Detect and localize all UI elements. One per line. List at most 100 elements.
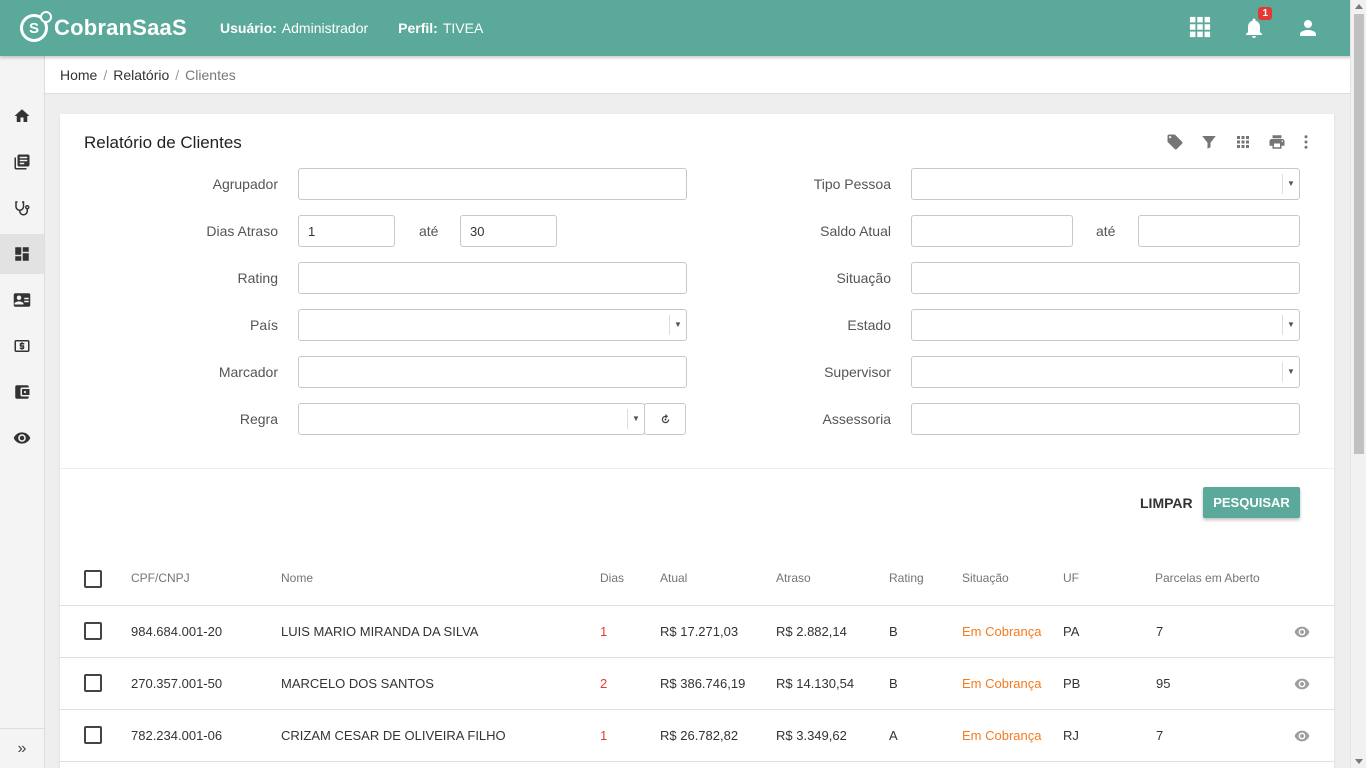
top-app-bar: S CobranSaaS Usuário: Administrador Perfi… bbox=[0, 0, 1366, 56]
dias-atraso-to-input[interactable] bbox=[460, 215, 557, 247]
row-checkbox[interactable] bbox=[84, 622, 102, 640]
money-icon bbox=[14, 340, 30, 352]
user-info-profile: Perfil: TIVEA bbox=[398, 20, 483, 36]
select-all-checkbox[interactable] bbox=[84, 570, 102, 588]
agrupador-input[interactable] bbox=[298, 168, 687, 200]
sidebar: » bbox=[0, 56, 45, 768]
dias-atraso-from-input[interactable] bbox=[298, 215, 395, 247]
view-row-eye-icon[interactable] bbox=[1294, 626, 1310, 638]
logo-icon: S bbox=[20, 11, 52, 42]
agrupador-label: Agrupador bbox=[212, 176, 278, 192]
cell-atual: R$ 17.271,03 bbox=[660, 624, 739, 639]
cell-uf: PA bbox=[1063, 624, 1080, 639]
clear-button[interactable]: LIMPAR bbox=[1130, 488, 1203, 518]
estado-select[interactable]: ▼ bbox=[911, 309, 1300, 341]
sidebar-item-stethoscope[interactable] bbox=[0, 188, 44, 228]
regra-label: Regra bbox=[239, 411, 278, 427]
notification-badge: 1 bbox=[1258, 7, 1272, 20]
dropdown-arrow-icon: ▼ bbox=[669, 315, 686, 335]
column-header-uf[interactable]: UF bbox=[1063, 571, 1079, 585]
view-row-eye-icon[interactable] bbox=[1294, 678, 1310, 690]
supervisor-label: Supervisor bbox=[824, 364, 891, 380]
supervisor-select[interactable]: ▼ bbox=[911, 356, 1300, 388]
rating-input[interactable] bbox=[298, 262, 687, 294]
column-header-atual[interactable]: Atual bbox=[660, 571, 687, 585]
cell-dias: 2 bbox=[600, 676, 608, 691]
report-card: Relatório de Clientes Agrupador Dias Atr… bbox=[60, 114, 1334, 768]
scroll-up-arrow-icon[interactable] bbox=[1355, 4, 1363, 9]
cell-rating: B bbox=[889, 624, 898, 639]
assessoria-input[interactable] bbox=[911, 403, 1300, 435]
cell-atraso: R$ 2.882,14 bbox=[776, 624, 847, 639]
estado-label: Estado bbox=[847, 317, 891, 333]
page-scrollbar[interactable] bbox=[1350, 0, 1366, 768]
cell-atraso: R$ 3.349,62 bbox=[776, 728, 847, 743]
situacao-input[interactable] bbox=[911, 262, 1300, 294]
pais-select[interactable]: ▼ bbox=[298, 309, 687, 341]
search-button[interactable]: PESQUISAR bbox=[1203, 487, 1300, 518]
row-checkbox[interactable] bbox=[84, 674, 102, 692]
dropdown-arrow-icon: ▼ bbox=[1282, 174, 1299, 194]
table-row[interactable]: 270.357.001-50 MARCELO DOS SANTOS 2 R$ 3… bbox=[60, 658, 1334, 710]
sidebar-item-wallet[interactable] bbox=[0, 372, 44, 412]
sidebar-item-dashboard[interactable] bbox=[0, 234, 44, 274]
app-logo[interactable]: S CobranSaaS bbox=[20, 11, 187, 44]
marcador-input[interactable] bbox=[298, 356, 687, 388]
notifications-bell-icon[interactable]: 1 bbox=[1242, 7, 1272, 40]
row-checkbox[interactable] bbox=[84, 726, 102, 744]
divider bbox=[60, 468, 1334, 469]
scroll-down-arrow-icon[interactable] bbox=[1355, 759, 1363, 764]
sidebar-expand-toggle[interactable]: » bbox=[0, 728, 44, 768]
user-info: Usuário: Administrador Perfil: TIVEA bbox=[220, 20, 483, 36]
saldo-atual-to-input[interactable] bbox=[1138, 215, 1300, 247]
logo-text: CobranSaaS bbox=[54, 15, 187, 40]
table-row[interactable]: 984.684.001-20 LUIS MARIO MIRANDA DA SIL… bbox=[60, 606, 1334, 658]
saldo-atual-from-input[interactable] bbox=[911, 215, 1073, 247]
cell-uf: RJ bbox=[1063, 728, 1079, 743]
breadcrumb: Home / Relatório / Clientes bbox=[45, 56, 1350, 94]
regra-select[interactable]: ▼ bbox=[298, 403, 645, 435]
apps-grid-icon[interactable] bbox=[1189, 16, 1213, 40]
column-header-cpf[interactable]: CPF/CNPJ bbox=[131, 571, 190, 585]
scrollbar-thumb[interactable] bbox=[1354, 14, 1364, 454]
cell-atual: R$ 26.782,82 bbox=[660, 728, 739, 743]
cell-cpf: 782.234.001-06 bbox=[131, 728, 223, 743]
user-account-icon[interactable] bbox=[1296, 16, 1320, 40]
saldo-ate-label: até bbox=[1096, 223, 1116, 239]
breadcrumb-separator: / bbox=[175, 66, 180, 83]
cell-parcelas: 7 bbox=[1156, 728, 1164, 743]
sidebar-item-home[interactable] bbox=[0, 96, 44, 136]
stethoscope-icon bbox=[15, 201, 30, 216]
view-row-eye-icon[interactable] bbox=[1294, 730, 1310, 742]
column-header-dias[interactable]: Dias bbox=[600, 571, 624, 585]
cell-parcelas: 7 bbox=[1156, 624, 1164, 639]
filter-icon[interactable] bbox=[1192, 132, 1226, 152]
profile-label: Perfil: bbox=[398, 20, 438, 36]
book-icon bbox=[14, 154, 30, 170]
breadcrumb-home[interactable]: Home bbox=[60, 67, 97, 83]
regra-view-button[interactable] bbox=[644, 403, 686, 435]
tipo-pessoa-select[interactable]: ▼ bbox=[911, 168, 1300, 200]
sidebar-item-view[interactable] bbox=[0, 418, 44, 458]
print-icon[interactable] bbox=[1260, 132, 1294, 152]
column-header-situacao[interactable]: Situação bbox=[962, 571, 1009, 585]
home-icon bbox=[14, 109, 30, 122]
table-row[interactable]: 782.234.001-06 CRIZAM CESAR DE OLIVEIRA … bbox=[60, 710, 1334, 762]
more-vert-icon[interactable] bbox=[1294, 132, 1318, 152]
pais-label: País bbox=[249, 317, 278, 333]
dias-atraso-label: Dias Atraso bbox=[206, 223, 278, 239]
tag-icon[interactable] bbox=[1158, 132, 1192, 152]
breadcrumb-relatorio[interactable]: Relatório bbox=[113, 67, 169, 83]
cell-situacao: Em Cobrança bbox=[962, 728, 1042, 743]
assessoria-label: Assessoria bbox=[822, 411, 891, 427]
cell-rating: B bbox=[889, 676, 898, 691]
column-header-rating[interactable]: Rating bbox=[889, 571, 924, 585]
column-header-nome[interactable]: Nome bbox=[281, 571, 313, 585]
sidebar-item-contacts[interactable] bbox=[0, 280, 44, 320]
grid-view-icon[interactable] bbox=[1226, 132, 1260, 152]
sidebar-item-book[interactable] bbox=[0, 142, 44, 182]
column-header-atraso[interactable]: Atraso bbox=[776, 571, 811, 585]
dropdown-arrow-icon: ▼ bbox=[1282, 315, 1299, 335]
sidebar-item-money[interactable] bbox=[0, 326, 44, 366]
column-header-parcelas[interactable]: Parcelas em Aberto bbox=[1155, 571, 1260, 585]
